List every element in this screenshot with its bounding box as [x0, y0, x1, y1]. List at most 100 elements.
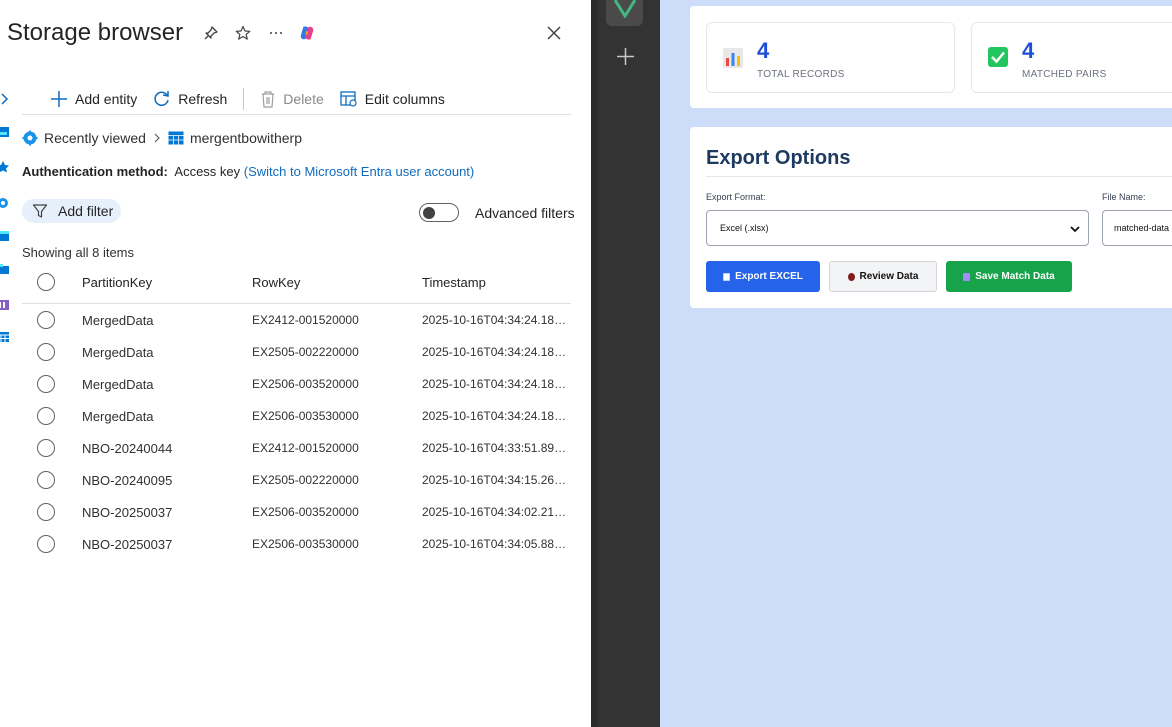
row-select-radio[interactable] [37, 471, 55, 489]
recent-gear-icon [22, 130, 38, 146]
entities-grid: PartitionKey RowKey Timestamp MergedData… [22, 266, 572, 560]
add-entity-button[interactable]: Add entity [50, 90, 137, 108]
edit-columns-button[interactable]: Edit columns [340, 90, 445, 108]
stat-total-records-value: 4 [757, 38, 770, 63]
review-data-button[interactable]: Review Data [829, 261, 937, 292]
queue-icon[interactable] [0, 299, 10, 311]
favorite-star-icon[interactable] [234, 24, 252, 42]
add-entity-label: Add entity [75, 91, 138, 107]
switch-auth-link[interactable]: (Switch to Microsoft Entra user account) [244, 164, 474, 179]
vue-app-tile[interactable] [606, 0, 643, 26]
cell-partitionkey: MergedData [82, 313, 154, 328]
cell-rowkey: EX2505-002220000 [252, 473, 359, 487]
add-icon [51, 91, 67, 107]
table-row[interactable]: NBO-20240095 EX2505-002220000 2025-10-16T0… [22, 464, 572, 496]
file-name-input[interactable]: matched-data [1102, 210, 1172, 246]
table-row[interactable]: MergedData EX2506-003520000 2025-10-16T04:… [22, 368, 572, 400]
toolbar-divider [243, 88, 245, 110]
cell-rowkey: EX2412-001520000 [252, 313, 359, 327]
advanced-filters-toggle[interactable] [419, 203, 459, 222]
row-select-radio[interactable] [37, 503, 55, 521]
cell-rowkey: EX2505-002220000 [252, 345, 359, 359]
cell-timestamp: 2025-10-16T04:34:05.8806... [422, 537, 572, 551]
delete-button[interactable]: Delete [260, 90, 324, 108]
favorites-star-icon[interactable] [0, 161, 10, 173]
edit-columns-label: Edit columns [364, 91, 445, 107]
file-name-label: File Name: [1102, 192, 1146, 202]
row-select-radio[interactable] [37, 375, 55, 393]
column-header-timestamp[interactable]: Timestamp [422, 275, 572, 290]
export-options-card: Export Options Export Format: Excel (.xl… [690, 127, 1172, 308]
breadcrumb-current-table: mergentbowitherp [189, 130, 302, 146]
cell-partitionkey: NBO-20240044 [82, 441, 173, 456]
add-filter-button[interactable]: Add filter [22, 199, 121, 223]
cell-rowkey: EX2506-003530000 [252, 537, 359, 551]
refresh-label: Refresh [178, 91, 228, 107]
cell-timestamp: 2025-10-16T04:33:51.8945... [422, 441, 572, 455]
table-icon [168, 131, 184, 145]
authentication-method: Authentication method: Access key (Switc… [22, 164, 474, 179]
recent-gear-icon[interactable] [0, 197, 10, 209]
cell-rowkey: EX2506-003530000 [252, 409, 359, 423]
copilot-icon[interactable] [298, 24, 316, 42]
cell-partitionkey: NBO-20240095 [82, 473, 173, 488]
cell-rowkey: EX2506-003520000 [252, 377, 359, 391]
export-divider [706, 176, 1172, 177]
blob-container-icon[interactable] [0, 230, 10, 242]
app-sidebar [597, 0, 660, 727]
row-select-radio[interactable] [37, 343, 55, 361]
advanced-filters-label: Advanced filters [475, 205, 575, 221]
table-row[interactable]: MergedData EX2505-002220000 2025-10-16T04:… [22, 336, 572, 368]
table-row[interactable]: NBO-20250037 EX2506-003520000 2025-10-16T0… [22, 496, 572, 528]
grid-body: MergedData EX2412-001520000 2025-10-16T04:… [22, 304, 572, 560]
table-row[interactable]: MergedData EX2412-001520000 2025-10-16T04:… [22, 304, 572, 336]
export-excel-button[interactable]: Export EXCEL [706, 261, 820, 292]
check-box-icon [988, 47, 1008, 67]
pin-icon[interactable] [202, 24, 220, 42]
file-name-value: matched-data [1114, 223, 1170, 233]
cell-rowkey: EX2506-003520000 [252, 505, 359, 519]
save-match-data-button[interactable]: Save Match Data [946, 261, 1072, 292]
export-options-title: Export Options [706, 147, 851, 169]
row-select-radio[interactable] [37, 407, 55, 425]
table-icon[interactable] [0, 331, 10, 343]
stat-matched-pairs-value: 4 [1022, 38, 1035, 63]
eye-icon [847, 272, 855, 281]
vue-logo-icon [613, 0, 636, 18]
cell-timestamp: 2025-10-16T04:34:02.2157... [422, 505, 572, 519]
auth-value: Access key [174, 164, 241, 179]
refresh-button[interactable]: Refresh [153, 90, 227, 108]
column-header-rowkey[interactable]: RowKey [252, 275, 300, 290]
cell-timestamp: 2025-10-16T04:34:15.2663... [422, 473, 572, 487]
close-icon[interactable] [544, 23, 564, 43]
cell-partitionkey: MergedData [82, 409, 154, 424]
more-options-icon[interactable] [267, 24, 285, 42]
export-format-select[interactable]: Excel (.xlsx) [706, 210, 1089, 246]
chevron-down-icon [1070, 226, 1080, 233]
grid-header: PartitionKey RowKey Timestamp [22, 266, 571, 304]
cell-partitionkey: MergedData [82, 377, 154, 392]
table-row[interactable]: NBO-20250037 EX2506-003530000 2025-10-16T0… [22, 528, 572, 560]
review-data-label: Review Data [859, 271, 919, 282]
select-all-radio[interactable] [37, 273, 55, 291]
stat-matched-pairs: 4 MATCHED PAIRS [971, 22, 1172, 93]
row-select-radio[interactable] [37, 439, 55, 457]
toolbar-separator [22, 114, 571, 115]
add-app-icon[interactable] [616, 47, 635, 66]
breadcrumb-recently-viewed[interactable]: Recently viewed [44, 130, 146, 146]
row-select-radio[interactable] [37, 535, 55, 553]
cell-timestamp: 2025-10-16T04:34:24.1842... [422, 409, 572, 423]
panel-title: Storage browser [7, 19, 184, 46]
cell-partitionkey: NBO-20250037 [82, 537, 173, 552]
item-count: Showing all 8 items [22, 245, 134, 260]
cell-timestamp: 2025-10-16T04:34:24.1832... [422, 377, 572, 391]
table-row[interactable]: NBO-20240044 EX2412-001520000 2025-10-16T0… [22, 432, 572, 464]
delete-label: Delete [283, 91, 324, 107]
row-select-radio[interactable] [37, 311, 55, 329]
column-header-partitionkey[interactable]: PartitionKey [82, 275, 152, 290]
storage-account-icon[interactable] [0, 126, 10, 138]
stat-total-records: 4 TOTAL RECORDS [706, 22, 955, 93]
file-share-icon[interactable] [0, 263, 10, 275]
table-row[interactable]: MergedData EX2506-003530000 2025-10-16T04:… [22, 400, 572, 432]
expand-chevron-icon[interactable] [0, 93, 10, 105]
